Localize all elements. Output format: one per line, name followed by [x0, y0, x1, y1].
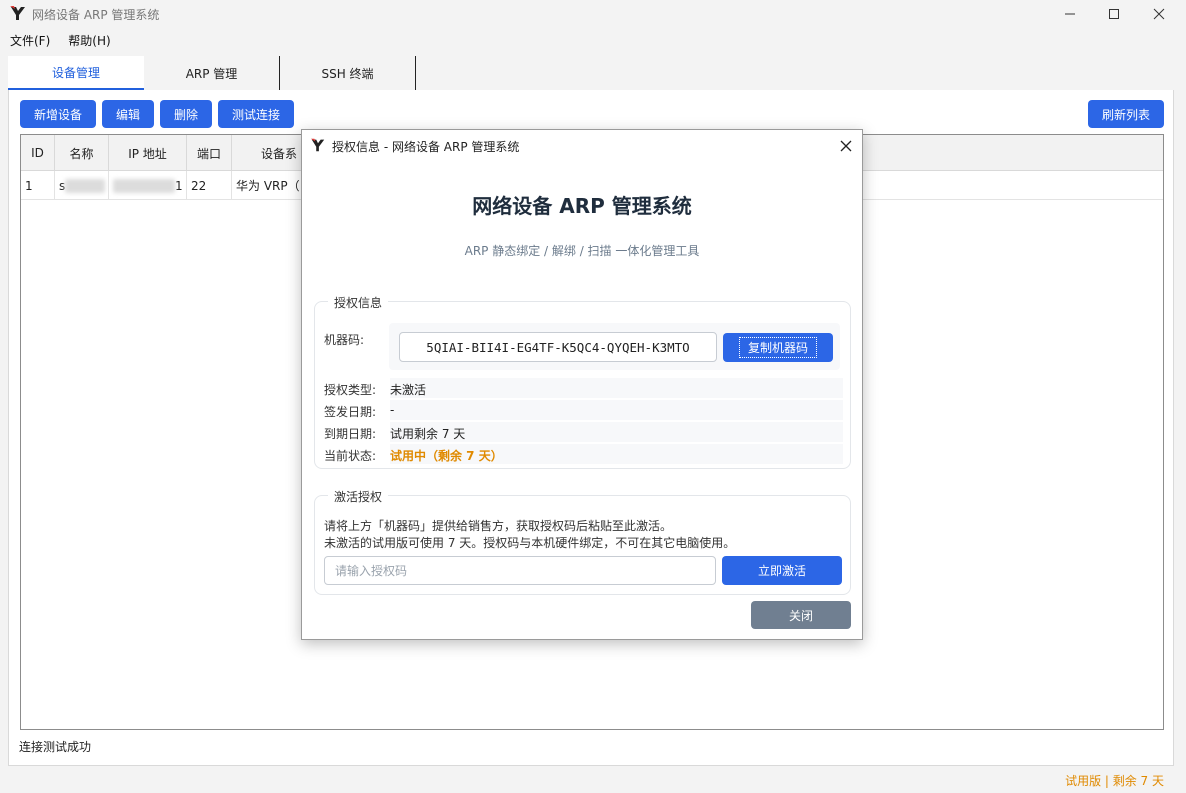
activate-license-legend: 激活授权	[328, 488, 389, 505]
issue-date-label: 签发日期:	[324, 405, 377, 419]
test-connection-button[interactable]: 测试连接	[218, 100, 294, 128]
edit-button[interactable]: 编辑	[102, 100, 154, 128]
column-header-port[interactable]: 端口	[187, 135, 232, 171]
current-status-row: 当前状态: 试用中（剩余 7 天）	[324, 444, 843, 464]
copy-machine-code-label: 复制机器码	[738, 337, 817, 358]
issue-date-row: 签发日期: -	[324, 400, 843, 420]
tab-arp-management[interactable]: ARP 管理	[144, 56, 280, 90]
app-logo-icon	[10, 6, 25, 20]
tab-ssh-terminal[interactable]: SSH 终端	[280, 56, 416, 90]
status-bar: 试用版 | 剩余 7 天	[0, 766, 1186, 793]
minimize-icon	[1065, 13, 1075, 15]
trial-status-badge: 试用版 | 剩余 7 天	[1065, 774, 1164, 788]
license-info-legend: 授权信息	[328, 294, 389, 311]
cell-ip-text: 1	[175, 178, 183, 193]
issue-date-value: -	[390, 400, 843, 420]
column-header-name[interactable]: 名称	[55, 135, 109, 171]
status-message: 连接测试成功	[19, 740, 92, 754]
cell-name: s	[55, 171, 109, 200]
license-info-group: 授权信息 机器码: 5QIAI-BII4I-EG4TF-K5QC4-QYQEH-…	[314, 294, 851, 469]
tab-bar: 设备管理 ARP 管理 SSH 终端	[8, 56, 416, 90]
dialog-close-text-button[interactable]: 关闭	[751, 601, 851, 629]
machine-code-label: 机器码:	[324, 333, 365, 347]
activate-now-button[interactable]: 立即激活	[722, 556, 842, 585]
machine-code-box: 5QIAI-BII4I-EG4TF-K5QC4-QYQEH-K3MTO 复制机器…	[389, 323, 840, 370]
license-dialog: 授权信息 - 网络设备 ARP 管理系统 网络设备 ARP 管理系统 ARP 静…	[301, 129, 863, 640]
activate-license-group: 激活授权 请将上方「机器码」提供给销售方，获取授权码后粘贴至此激活。 未激活的试…	[314, 488, 851, 595]
license-type-row: 授权类型: 未激活	[324, 378, 843, 398]
dialog-close-button[interactable]	[836, 136, 856, 156]
minimize-button[interactable]	[1047, 0, 1093, 28]
window-title: 网络设备 ARP 管理系统	[32, 8, 160, 22]
app-logo-icon	[310, 138, 325, 152]
expiry-date-row: 到期日期: 试用剩余 7 天	[324, 422, 843, 442]
menu-help[interactable]: 帮助(H)	[58, 30, 118, 50]
license-type-value: 未激活	[390, 378, 843, 398]
redacted-block	[65, 178, 106, 193]
dialog-title: 授权信息 - 网络设备 ARP 管理系统	[332, 140, 520, 154]
dialog-subtitle: ARP 静态绑定 / 解绑 / 扫描 一体化管理工具	[464, 244, 700, 258]
activate-description: 请将上方「机器码」提供给销售方，获取授权码后粘贴至此激活。 未激活的试用版可使用…	[324, 518, 735, 552]
expiry-date-value: 试用剩余 7 天	[390, 422, 843, 442]
close-window-button[interactable]	[1136, 0, 1182, 28]
expiry-date-label: 到期日期:	[324, 427, 377, 441]
dialog-heading: 网络设备 ARP 管理系统	[472, 194, 692, 218]
current-status-label: 当前状态:	[324, 449, 377, 463]
redacted-block	[113, 178, 175, 193]
dialog-titlebar: 授权信息 - 网络设备 ARP 管理系统	[302, 130, 862, 160]
license-code-input[interactable]	[324, 556, 716, 585]
activate-description-line1: 请将上方「机器码」提供给销售方，获取授权码后粘贴至此激活。	[324, 519, 673, 533]
copy-machine-code-button[interactable]: 复制机器码	[723, 333, 833, 362]
column-header-ip[interactable]: IP 地址	[109, 135, 187, 171]
close-icon	[840, 140, 852, 152]
window-titlebar: 网络设备 ARP 管理系统	[0, 0, 1186, 28]
license-type-label: 授权类型:	[324, 383, 377, 397]
maximize-button[interactable]	[1091, 0, 1137, 28]
column-header-id[interactable]: ID	[21, 135, 55, 171]
tab-device-management[interactable]: 设备管理	[8, 56, 144, 90]
menu-bar: 文件(F) 帮助(H)	[0, 30, 119, 50]
cell-id: 1	[21, 171, 55, 200]
delete-button[interactable]: 删除	[160, 100, 212, 128]
add-device-button[interactable]: 新增设备	[20, 100, 96, 128]
menu-file[interactable]: 文件(F)	[0, 30, 58, 50]
current-status-value: 试用中（剩余 7 天）	[390, 444, 843, 464]
close-icon	[1153, 8, 1165, 20]
cell-port: 22	[187, 171, 232, 200]
machine-code-field[interactable]: 5QIAI-BII4I-EG4TF-K5QC4-QYQEH-K3MTO	[399, 332, 717, 362]
refresh-list-button[interactable]: 刷新列表	[1088, 100, 1164, 128]
cell-ip: 1	[109, 171, 187, 200]
maximize-icon	[1109, 9, 1119, 19]
activate-description-line2: 未激活的试用版可使用 7 天。授权码与本机硬件绑定，不可在其它电脑使用。	[324, 536, 736, 550]
